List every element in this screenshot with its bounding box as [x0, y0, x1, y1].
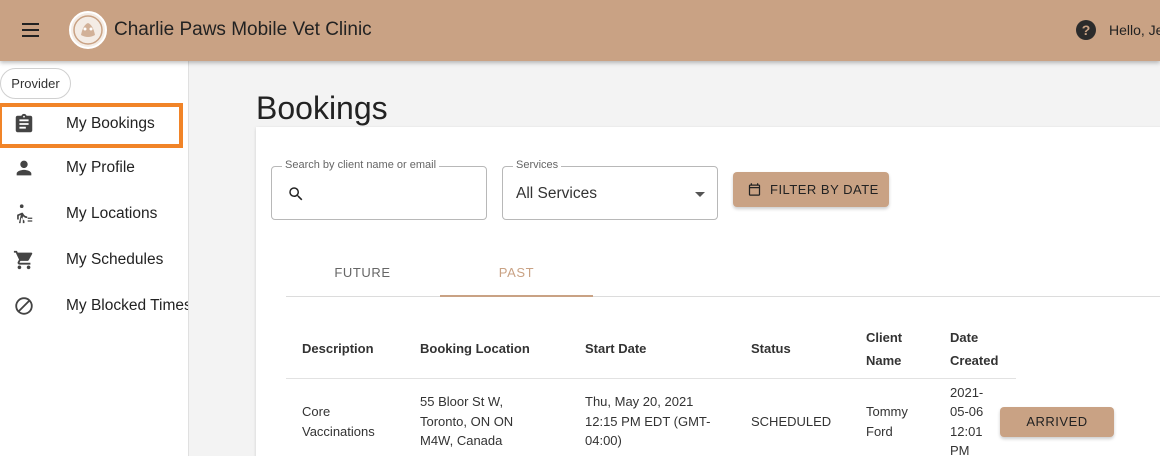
cell-start-line3: 04:00) [585, 433, 622, 448]
sidebar-item-label: My Blocked Times [66, 297, 189, 314]
sidebar-item-my-locations[interactable]: My Locations [0, 194, 188, 234]
blocked-icon [15, 297, 33, 315]
cart-icon [13, 250, 33, 270]
sidebar-item-label: My Schedules [66, 251, 164, 268]
column-header-client-line1[interactable]: Client [866, 326, 902, 349]
column-header-created-line2[interactable]: Created [950, 349, 998, 372]
walking-person-icon [17, 204, 33, 224]
column-header-status[interactable]: Status [751, 337, 791, 360]
search-input[interactable]: Search by client name or email [271, 159, 487, 220]
sidebar-item-label: My Profile [66, 159, 135, 176]
column-header-description[interactable]: Description [302, 337, 374, 360]
column-header-client-line2[interactable]: Name [866, 349, 901, 372]
cell-created-line3: 12:01 [950, 424, 983, 439]
filter-by-date-label: FILTER BY DATE [770, 182, 879, 197]
main-content: Bookings Search by client name or email … [189, 61, 1160, 456]
app-bar: Charlie Paws Mobile Vet Clinic ? Hello, … [0, 0, 1160, 61]
filter-by-date-button[interactable]: FILTER BY DATE [733, 172, 889, 207]
services-value: All Services [516, 185, 597, 202]
menu-icon[interactable] [20, 20, 42, 40]
sidebar-item-my-profile[interactable]: My Profile [0, 148, 188, 188]
booking-tabs: FUTURE PAST [286, 255, 1160, 297]
sidebar-item-my-bookings[interactable]: My Bookings [0, 103, 183, 148]
chevron-down-icon [695, 192, 705, 197]
cell-status: SCHEDULED [751, 414, 832, 429]
cell-description-line2: Vaccinations [302, 424, 375, 439]
column-header-start-date[interactable]: Start Date [585, 337, 646, 360]
cell-created-line4: PM [950, 443, 970, 456]
clinic-logo [69, 11, 107, 49]
cell-created-line2: 05-06 [950, 404, 984, 419]
help-icon[interactable]: ? [1076, 20, 1096, 40]
role-chip[interactable]: Provider [0, 68, 71, 99]
cell-location-line2: Toronto, ON ON [420, 414, 514, 429]
cell-client-line1: Tommy [866, 404, 908, 419]
table-header-row: Description Booking Location Start Date … [286, 321, 1016, 379]
sidebar-item-my-blocked-times[interactable]: My Blocked Times [0, 286, 189, 326]
user-greeting[interactable]: Hello, Je [1109, 22, 1160, 38]
tab-future[interactable]: FUTURE [286, 255, 439, 297]
cell-start-line1: Thu, May 20, 2021 [585, 394, 694, 409]
cell-location-line3: M4W, Canada [420, 433, 503, 448]
cell-created-line1: 2021- [950, 385, 984, 400]
page-title: Bookings [256, 90, 388, 126]
calendar-icon [748, 183, 761, 196]
search-icon [289, 187, 303, 201]
services-label: Services [513, 159, 562, 171]
services-select[interactable]: Services All Services [502, 159, 718, 220]
cell-start-line2: 12:15 PM EDT (GMT- [585, 414, 711, 429]
app-title: Charlie Paws Mobile Vet Clinic [114, 19, 372, 40]
tab-past[interactable]: PAST [440, 255, 593, 297]
arrived-button[interactable]: ARRIVED [1000, 407, 1114, 437]
sidebar-item-label: My Bookings [66, 115, 155, 132]
cell-client-line2: Ford [866, 424, 893, 439]
sidebar-item-label: My Locations [66, 205, 158, 222]
clipboard-icon [15, 113, 33, 133]
cell-location-line1: 55 Bloor St W, [420, 394, 504, 409]
person-icon [16, 160, 32, 176]
column-header-booking-location[interactable]: Booking Location [420, 337, 530, 360]
bookings-card: Search by client name or email Services … [256, 127, 1160, 456]
search-label: Search by client name or email [282, 159, 440, 171]
sidebar: Provider My Bookings My Profile My Locat… [0, 61, 189, 456]
sidebar-item-my-schedules[interactable]: My Schedules [0, 240, 188, 280]
column-header-created-line1[interactable]: Date [950, 326, 978, 349]
cell-description-line1: Core [302, 404, 331, 419]
